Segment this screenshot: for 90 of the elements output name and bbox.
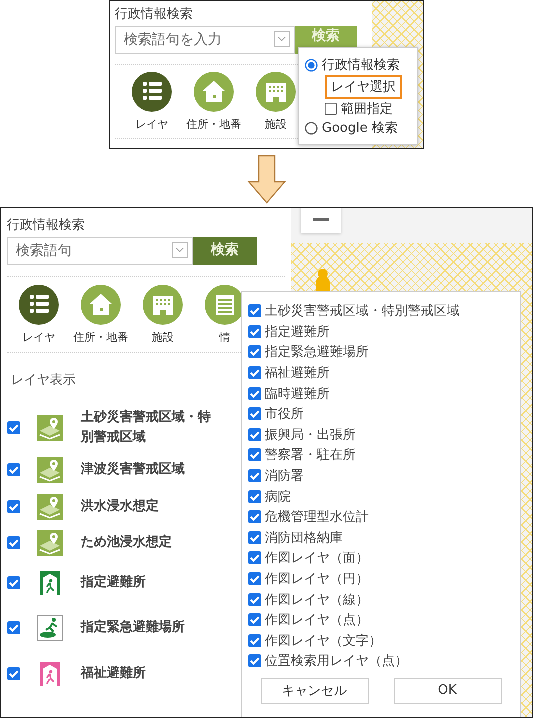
layer-label: 福祉避難所: [81, 664, 147, 683]
checkbox[interactable]: [248, 510, 262, 524]
search-button[interactable]: 検索: [193, 237, 257, 265]
hazard-map-icon: [37, 530, 63, 556]
layer-option-label: 臨時避難所: [265, 386, 330, 403]
option-label: 行政情報検索: [322, 57, 400, 74]
checkbox[interactable]: [7, 667, 21, 681]
checkbox[interactable]: [248, 490, 262, 504]
building-icon: [142, 284, 184, 326]
section-heading: レイヤ表示: [11, 372, 76, 389]
layer-option-label: 作図レイヤ（文字）: [265, 632, 382, 650]
evacuation-area-icon: [37, 615, 63, 641]
panel-title: 行政情報検索: [115, 6, 194, 23]
layer-option-label: 振興局・出張所: [265, 426, 356, 444]
layer-label: 洪水浸水想定: [81, 498, 160, 516]
category-tab[interactable]: 施設: [247, 71, 305, 132]
layer-label: 指定避難所: [81, 574, 147, 592]
layer-option-label: 指定避難所: [265, 324, 330, 341]
search-field[interactable]: 検索語句を入力: [115, 26, 295, 54]
category-tab[interactable]: 情: [195, 284, 255, 345]
checkbox[interactable]: [248, 428, 262, 442]
checkbox[interactable]: [248, 592, 262, 607]
checkbox[interactable]: [7, 536, 21, 550]
list-icon: [18, 284, 60, 326]
category-tab[interactable]: 住所・地番: [71, 284, 131, 345]
checkbox[interactable]: [248, 448, 262, 462]
radio-button[interactable]: [305, 58, 318, 72]
checkbox[interactable]: [248, 654, 262, 668]
checkbox[interactable]: [248, 304, 262, 318]
search-field[interactable]: 検索語句: [7, 237, 193, 265]
checkbox[interactable]: [248, 407, 262, 422]
layer-option-label: 作図レイヤ（円）: [265, 571, 369, 588]
house-icon: [193, 71, 235, 113]
layer-option-label: 消防署: [265, 468, 304, 486]
category-tab[interactable]: 住所・地番: [185, 71, 243, 132]
layer-label: ため池浸水想定: [81, 534, 173, 552]
checkbox[interactable]: [248, 572, 262, 586]
checkbox[interactable]: [248, 551, 262, 566]
layer-option-label: 福祉避難所: [265, 365, 330, 382]
hazard-map-icon: [37, 457, 63, 483]
checkbox[interactable]: [248, 613, 262, 628]
option-label: 範囲指定: [341, 101, 393, 118]
list-icon: [131, 71, 173, 113]
checkbox[interactable]: [248, 530, 262, 545]
checkbox[interactable]: [248, 366, 262, 380]
layer-option-label: 指定緊急避難場所: [265, 344, 369, 362]
minus-icon: [313, 218, 329, 222]
checkbox[interactable]: [7, 463, 21, 477]
layer-option-label: 位置検索用レイヤ（点）: [265, 653, 408, 670]
layer-option-label: 消防団格納庫: [265, 530, 343, 547]
panel-title: 行政情報検索: [7, 217, 86, 234]
layer-option-label: 危機管理型水位計: [265, 509, 369, 526]
layer-label: 指定緊急避難場所: [81, 618, 186, 637]
category-tab[interactable]: 施設: [133, 284, 193, 345]
checkbox[interactable]: [325, 103, 337, 115]
building-icon: [255, 71, 297, 113]
layer-label: 土砂災害警戒区域・特別警戒区域: [81, 408, 211, 447]
layer-option-label: 病院: [265, 488, 291, 506]
category-tab[interactable]: レイヤ: [9, 284, 69, 345]
hazard-map-icon: [37, 415, 63, 441]
option-label: Google 検索: [322, 120, 398, 137]
layer-option-label: 警察署・駐在所: [265, 447, 356, 464]
dropdown-caret-icon[interactable]: [172, 242, 188, 258]
zoom-out-button[interactable]: [301, 208, 341, 233]
checkbox[interactable]: [248, 345, 262, 360]
checkbox[interactable]: [7, 500, 21, 514]
layer-option-label: 作図レイヤ（面）: [265, 550, 369, 568]
shelter-icon: [37, 570, 63, 596]
checkbox[interactable]: [248, 634, 262, 648]
checkbox[interactable]: [7, 621, 21, 635]
category-tab[interactable]: レイヤ: [123, 71, 181, 132]
welfare-shelter-icon: [37, 661, 63, 687]
down-arrow-icon: [246, 155, 286, 205]
layer-option-label: 市役所: [265, 406, 304, 424]
layer-select-option[interactable]: レイヤ選択: [325, 75, 402, 99]
hazard-map-icon: [37, 494, 63, 520]
cancel-button[interactable]: キャンセル: [260, 678, 368, 704]
layer-option-label: 土砂災害警戒区域・特別警戒区域: [265, 303, 460, 320]
ok-button[interactable]: OK: [394, 678, 502, 704]
radio-button[interactable]: [305, 122, 318, 134]
checkbox[interactable]: [248, 386, 262, 401]
dropdown-caret-icon[interactable]: [274, 31, 290, 47]
layer-label: 津波災害警戒区域: [81, 460, 186, 479]
checkbox[interactable]: [248, 469, 262, 484]
layer-option-label: 作図レイヤ（線）: [265, 592, 369, 609]
checkbox[interactable]: [248, 324, 262, 339]
checkbox[interactable]: [7, 421, 21, 435]
checkbox[interactable]: [7, 576, 21, 590]
layer-option-label: 作図レイヤ（点）: [265, 612, 369, 630]
house-icon: [80, 284, 122, 326]
